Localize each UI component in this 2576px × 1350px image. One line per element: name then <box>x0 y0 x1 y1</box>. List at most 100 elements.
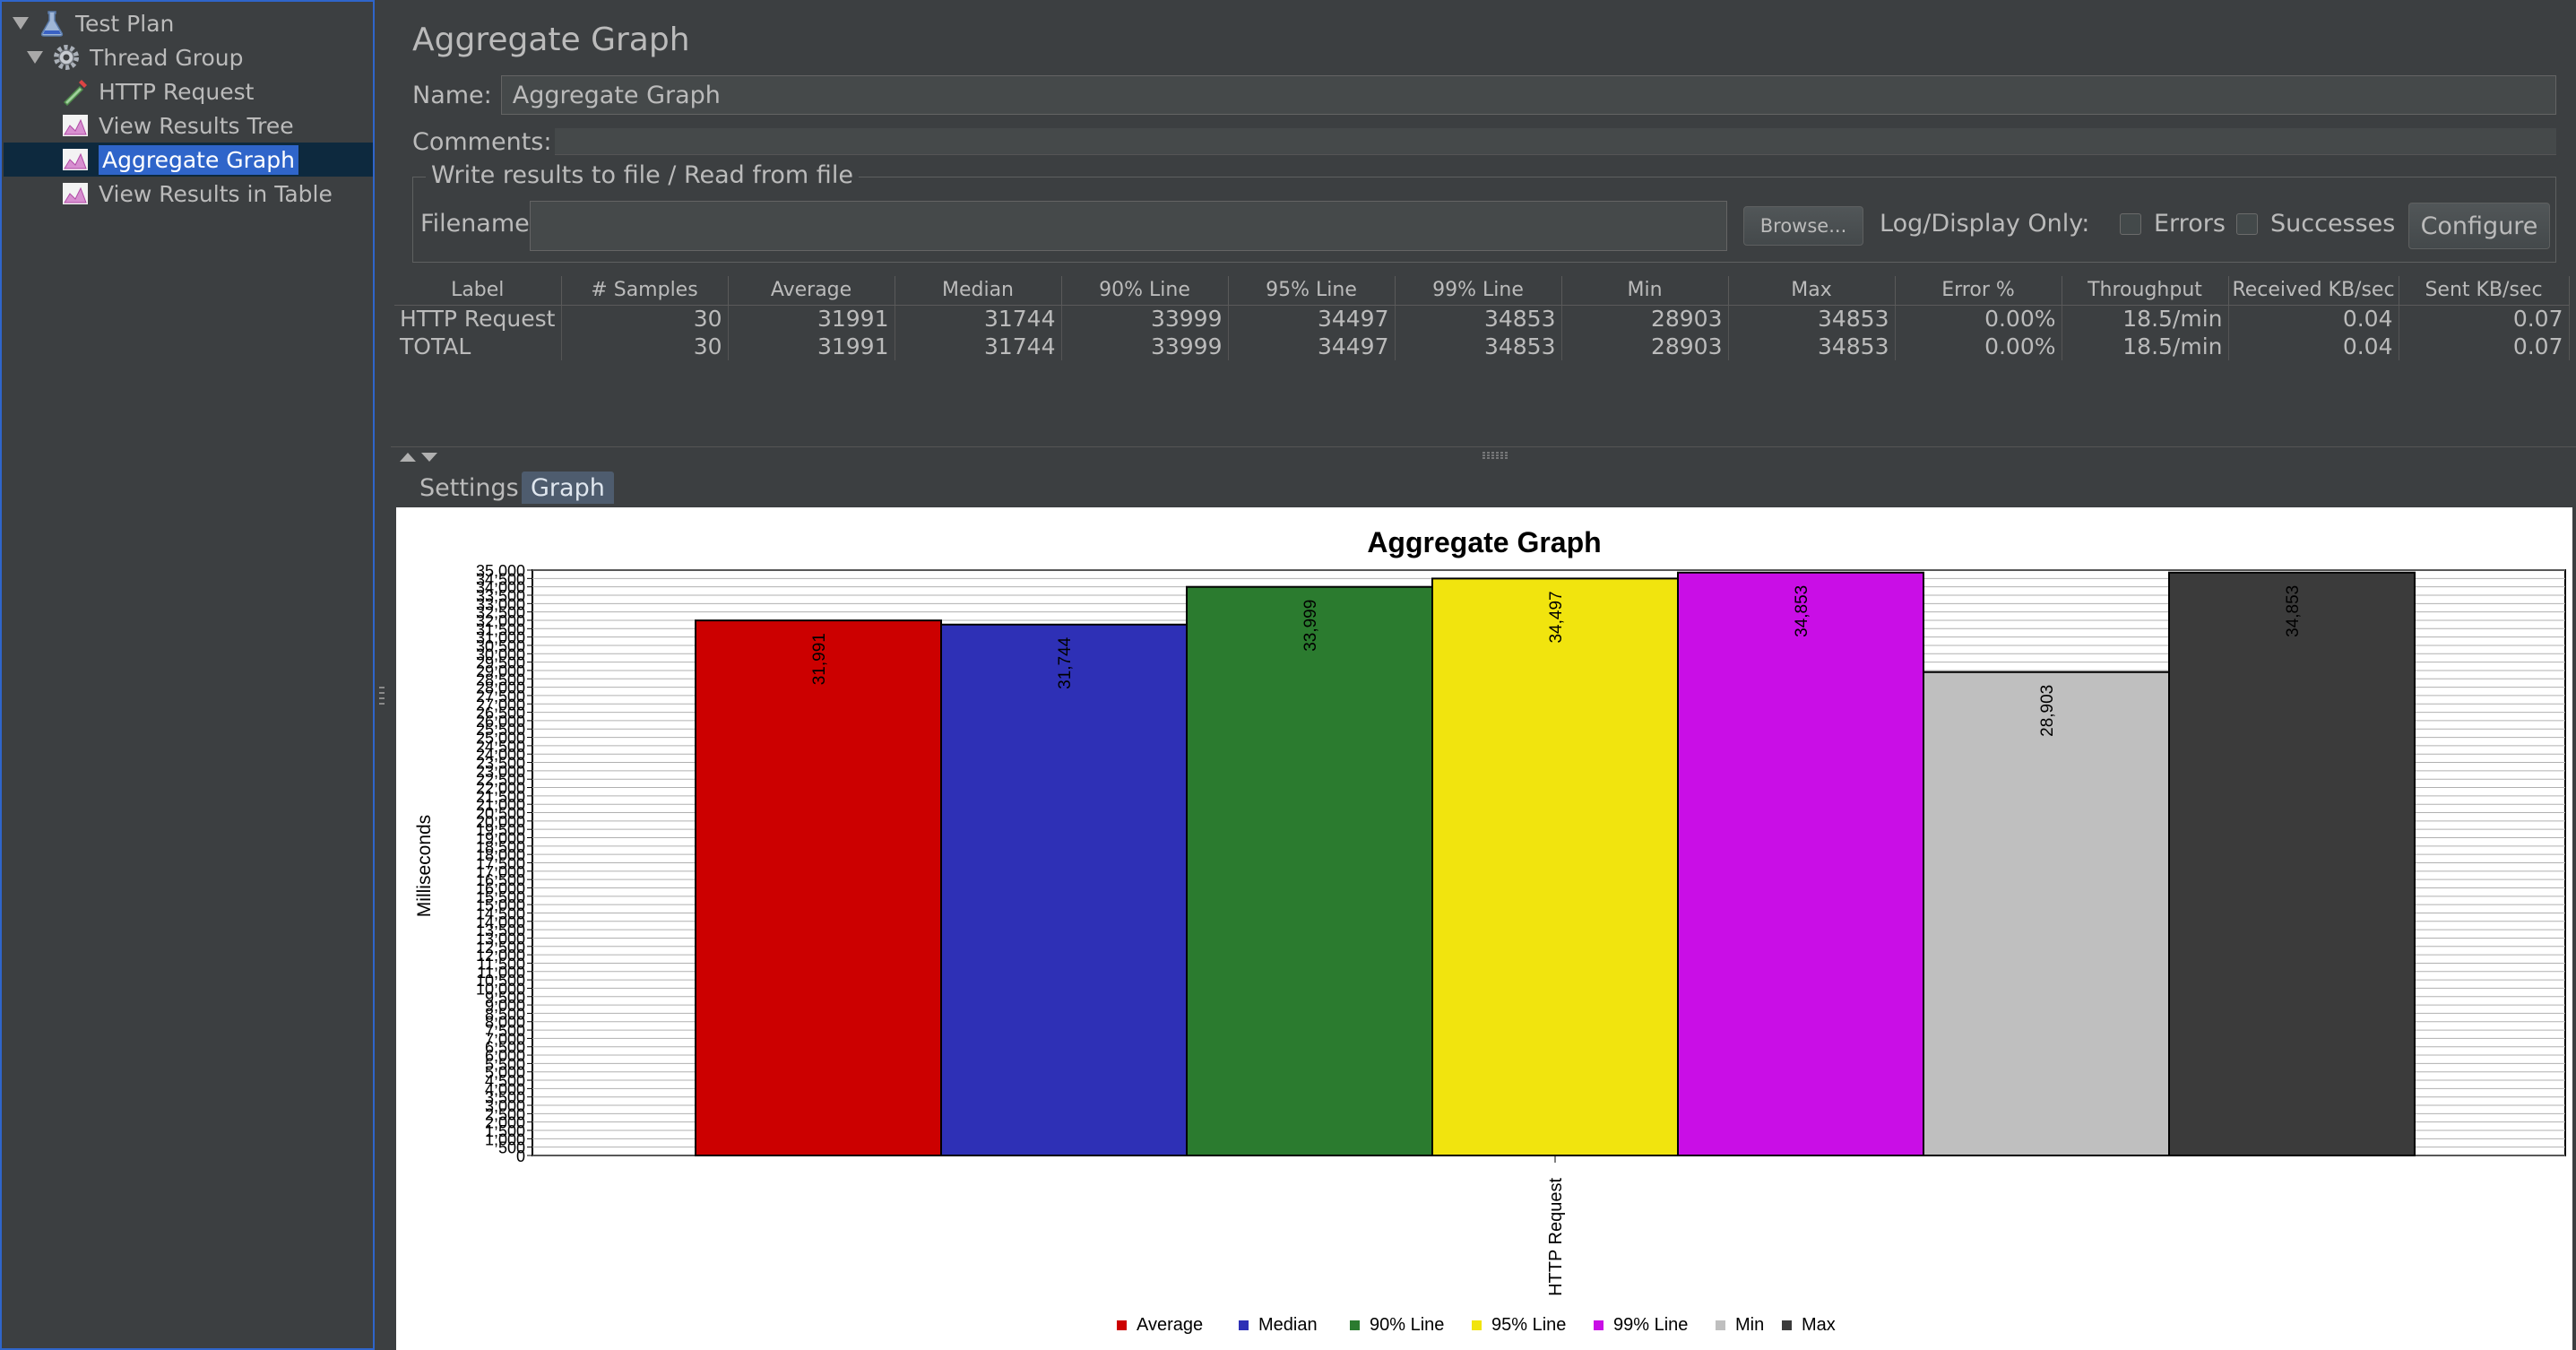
table-cell: 31991 <box>728 305 895 333</box>
y-tick-label: 35,000 <box>476 562 525 580</box>
column-header[interactable]: 99% Line <box>1395 276 1562 306</box>
tree-item-view-results-table[interactable]: View Results in Table <box>61 177 333 210</box>
flask-icon <box>38 9 66 38</box>
name-label: Name: <box>412 81 492 109</box>
vertical-splitter[interactable] <box>375 0 391 1350</box>
successes-label: Successes <box>2270 210 2396 238</box>
column-header[interactable]: Error % <box>1895 276 2062 306</box>
column-header[interactable]: Average <box>728 276 895 306</box>
collapse-arrows-icon[interactable] <box>398 449 452 467</box>
horizontal-splitter[interactable] <box>391 446 2576 466</box>
bar-99-line <box>1677 571 1924 1156</box>
name-row: Name: <box>412 74 2556 117</box>
name-input[interactable] <box>500 75 2556 115</box>
configure-button[interactable]: Configure <box>2408 203 2550 249</box>
bar-value-label: 34,853 <box>1793 585 1811 637</box>
column-header[interactable]: Max <box>1728 276 1896 306</box>
bar-min <box>1923 671 2170 1156</box>
table-cell: 30 <box>561 333 729 360</box>
aggregate-table[interactable]: Label # Samples Average Median 90% Line … <box>394 276 2572 446</box>
chart-title: Aggregate Graph <box>1367 526 1601 558</box>
fileset-legend: Write results to file / Read from file <box>426 161 859 189</box>
pipette-icon <box>61 77 90 107</box>
table-cell: 31744 <box>895 333 1062 360</box>
tree-item-thread-group[interactable]: Thread Group <box>27 41 243 74</box>
tree-item-http-request[interactable]: HTTP Request <box>61 75 254 108</box>
graph-icon <box>61 179 90 208</box>
legend-label: Max <box>1802 1315 1836 1335</box>
legend-label: Average <box>1137 1315 1203 1335</box>
browse-button[interactable]: Browse... <box>1743 206 1863 246</box>
table-cell: 34497 <box>1228 333 1396 360</box>
y-axis-label: Milliseconds <box>414 815 435 917</box>
tree-item-label: Thread Group <box>90 44 244 71</box>
column-header[interactable]: Label <box>394 276 562 306</box>
tab-settings[interactable]: Settings <box>411 472 528 504</box>
table-cell: 33999 <box>1061 333 1229 360</box>
legend-swatch <box>1117 1320 1127 1330</box>
table-cell: 0.04 <box>2228 305 2399 333</box>
table-cell: 34853 <box>1728 333 1896 360</box>
legend-swatch <box>1350 1320 1360 1330</box>
column-header[interactable]: Median <box>895 276 1062 306</box>
tree-item-aggregate-graph[interactable]: Aggregate Graph <box>61 143 298 176</box>
errors-checkbox[interactable] <box>2120 213 2141 235</box>
column-header[interactable]: Throughput <box>2062 276 2229 306</box>
tree-item-view-results-tree[interactable]: View Results Tree <box>61 109 294 142</box>
table-cell: TOTAL <box>394 333 562 360</box>
bar-value-label: 31,991 <box>810 633 829 685</box>
column-header[interactable]: 90% Line <box>1061 276 1229 306</box>
bar-max <box>2168 571 2416 1156</box>
table-cell: 34497 <box>1228 305 1396 333</box>
table-cell: 34853 <box>1395 333 1562 360</box>
legend-swatch <box>1594 1320 1604 1330</box>
table-cell: 28903 <box>1561 333 1729 360</box>
column-header[interactable]: Sent KB/sec <box>2399 276 2570 306</box>
bar-median <box>940 623 1188 1156</box>
legend-swatch <box>1239 1320 1249 1330</box>
column-header[interactable]: 95% Line <box>1228 276 1396 306</box>
bar-value-label: 28,903 <box>2038 685 2057 737</box>
expand-triangle-icon[interactable] <box>27 51 43 64</box>
table-row[interactable]: TOTAL 30 31991 31744 33999 34497 34853 2… <box>394 333 2570 360</box>
test-plan-tree[interactable]: Test Plan Thread Group HTTP Request View… <box>0 0 375 1350</box>
tree-item-label: HTTP Request <box>99 78 255 105</box>
comments-label: Comments: <box>412 127 552 156</box>
column-header[interactable]: Min <box>1561 276 1729 306</box>
table-cell: 0.00% <box>1895 333 2062 360</box>
errors-label: Errors <box>2154 210 2226 238</box>
aggregate-chart: Aggregate Graph Milliseconds 31,991 31,74… <box>396 507 2572 1350</box>
comments-input[interactable] <box>555 128 2556 155</box>
comments-row: Comments: <box>412 120 2556 163</box>
legend-label: 95% Line <box>1491 1315 1566 1335</box>
legend-swatch <box>1782 1320 1792 1330</box>
tree-item-test-plan[interactable]: Test Plan <box>13 7 174 39</box>
table-cell: 33999 <box>1061 305 1229 333</box>
bar-95-line <box>1431 577 1679 1157</box>
bar-average <box>695 619 942 1156</box>
gear-icon <box>52 43 81 72</box>
legend-label: 90% Line <box>1370 1315 1444 1335</box>
expand-triangle-icon[interactable] <box>13 17 29 30</box>
legend-label: Median <box>1258 1315 1318 1335</box>
table-cell: 31991 <box>728 333 895 360</box>
table-row[interactable]: HTTP Request 30 31991 31744 33999 34497 … <box>394 305 2570 333</box>
splitter-grip <box>379 703 385 705</box>
splitter-grip-icon <box>1482 452 1509 459</box>
successes-checkbox[interactable] <box>2236 213 2258 235</box>
table-header-row: Label # Samples Average Median 90% Line … <box>394 276 2570 306</box>
table-cell: 34853 <box>1395 305 1562 333</box>
x-category-label: HTTP Request <box>1546 1178 1566 1296</box>
table-cell: 0.04 <box>2228 333 2399 360</box>
bar-value-label: 34,853 <box>2284 585 2303 637</box>
chart-svg: Aggregate Graph Milliseconds 31,991 31,74… <box>414 526 2566 1335</box>
column-header[interactable]: Received KB/sec <box>2228 276 2399 306</box>
column-header[interactable]: # Samples <box>561 276 729 306</box>
table-cell: 30 <box>561 305 729 333</box>
legend-swatch <box>1472 1320 1482 1330</box>
tab-graph[interactable]: Graph <box>522 472 614 504</box>
filename-input[interactable] <box>530 201 1727 251</box>
table-cell: 0.00% <box>1895 305 2062 333</box>
graph-icon <box>61 145 90 174</box>
tree-item-label: Aggregate Graph <box>99 144 298 175</box>
